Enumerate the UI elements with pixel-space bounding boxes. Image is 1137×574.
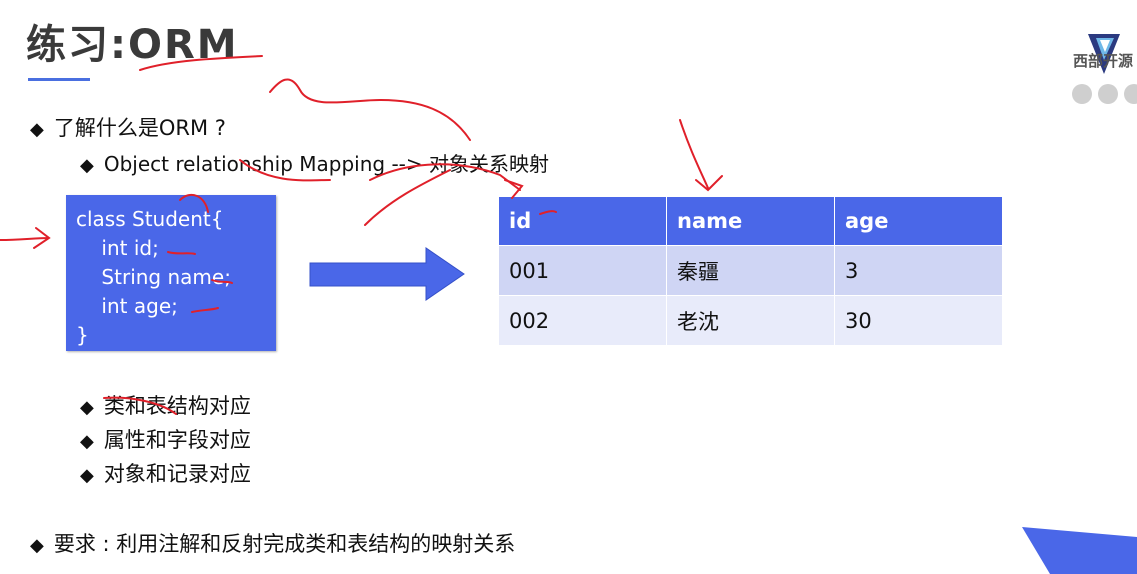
table-row: 001 秦疆 3	[499, 246, 1002, 295]
page-title: 练习:ORM	[26, 22, 239, 68]
bullet-class-table: ◆ 类和表结构对应	[80, 394, 251, 418]
diamond-icon: ◆	[80, 397, 94, 418]
dot-2[interactable]	[1098, 84, 1118, 104]
annotation-stroke	[269, 78, 471, 141]
student-class-code: class Student{ int id; String name; int …	[66, 195, 276, 351]
table-cell: 老沈	[667, 296, 834, 345]
table-cell: 30	[835, 296, 1002, 345]
title-underline	[28, 78, 90, 81]
bullet-what-is-orm: ◆ 了解什么是ORM ?	[30, 116, 226, 140]
corner-decoration	[1022, 527, 1137, 574]
code-line: class Student{	[76, 207, 224, 231]
table-cell: 001	[499, 246, 666, 295]
code-line: }	[76, 323, 89, 347]
code-line: int id;	[76, 236, 159, 260]
table-cell: 秦疆	[667, 246, 834, 295]
code-line: String name;	[76, 265, 231, 289]
diamond-icon: ◆	[30, 119, 44, 140]
column-header-id: id	[499, 197, 666, 245]
diamond-icon: ◆	[30, 535, 44, 556]
dot-3[interactable]	[1124, 84, 1137, 104]
right-arrow-icon	[309, 247, 465, 301]
code-line: int age;	[76, 294, 178, 318]
bullet-attribute-field: ◆ 属性和字段对应	[80, 428, 251, 452]
diamond-icon: ◆	[80, 465, 94, 486]
logo-text: 西部开源	[1073, 52, 1134, 70]
diamond-icon: ◆	[80, 155, 94, 176]
dot-1[interactable]	[1072, 84, 1092, 104]
table-cell: 3	[835, 246, 1002, 295]
bullet-orm-definition: ◆ Object relationship Mapping --> 对象关系映射	[80, 152, 549, 176]
diamond-icon: ◆	[80, 431, 94, 452]
column-header-name: name	[667, 197, 834, 245]
student-table: id name age 001 秦疆 3 002 老沈 30	[498, 196, 1003, 346]
table-header-row: id name age	[499, 197, 1002, 245]
table-row: 002 老沈 30	[499, 296, 1002, 345]
table-cell: 002	[499, 296, 666, 345]
annotation-stroke	[364, 169, 451, 226]
annotation-stroke	[0, 227, 51, 249]
annotation-stroke	[679, 119, 723, 192]
bullet-requirement: ◆ 要求 : 利用注解和反射完成类和表结构的映射关系	[30, 532, 516, 556]
bullet-object-record: ◆ 对象和记录对应	[80, 462, 251, 486]
column-header-age: age	[835, 197, 1002, 245]
